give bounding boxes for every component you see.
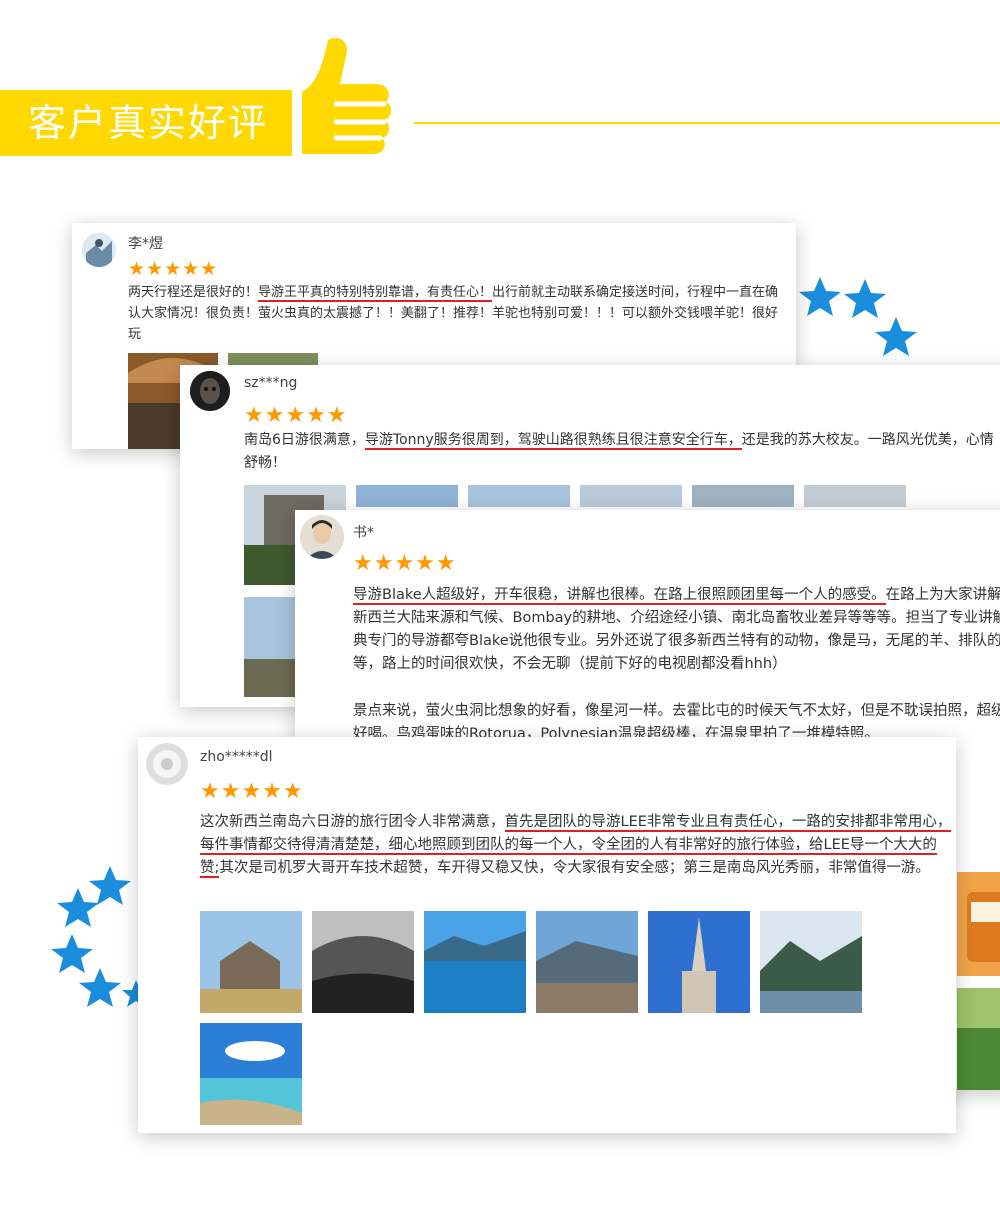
review-photo[interactable] — [648, 911, 750, 1013]
review-photo[interactable] — [200, 911, 302, 1013]
decorative-stars-top — [799, 277, 917, 356]
review-highlight: 导游Tonny服务很周到，驾驶山路很熟练且很注意安全行车， — [364, 432, 742, 450]
star-rating: ★★★★★ — [353, 551, 457, 576]
user-name: sz***ng — [244, 375, 298, 391]
review-photo[interactable] — [957, 872, 1000, 976]
review-photo[interactable] — [580, 485, 682, 507]
user-avatar — [82, 233, 116, 267]
review-photo[interactable] — [804, 485, 906, 507]
review-photo[interactable] — [312, 911, 414, 1013]
review-text: 南岛6日游很满意，导游Tonny服务很周到，驾驶山路很熟练且很注意安全行车，还是… — [244, 432, 994, 471]
review-card: zho*****dl ★★★★★ 这次新西兰南岛六日游的旅行团令人非常满意，首先… — [138, 737, 956, 1133]
star-rating: ★★★★★ — [128, 258, 219, 280]
thumbs-up-icon — [302, 37, 392, 154]
review-photo[interactable] — [356, 485, 458, 507]
review-photo[interactable] — [424, 911, 526, 1013]
header-divider-line — [414, 122, 1000, 124]
section-title: 客户真实好评 — [28, 101, 269, 145]
star-rating: ★★★★★ — [244, 403, 348, 428]
user-name: 书* — [353, 525, 374, 541]
review-photo[interactable] — [468, 485, 570, 507]
review-photo[interactable] — [957, 988, 1000, 1090]
review-photo[interactable] — [536, 911, 638, 1013]
review-photo[interactable] — [760, 911, 862, 1013]
star-rating: ★★★★★ — [200, 779, 304, 804]
review-photo[interactable] — [200, 1023, 302, 1125]
review-text: 导游Blake人超级好，开车很稳，讲解也很棒。在路上很照顾团里每一个人的感受。在… — [353, 587, 1000, 672]
review-text: 两天行程还是很好的！导游王平真的特别特别靠谱，有责任心！出行前就主动联系确定接送… — [128, 285, 779, 342]
user-avatar — [190, 371, 230, 411]
user-avatar — [300, 515, 344, 559]
review-text: 这次新西兰南岛六日游的旅行团令人非常满意，首先是团队的导游LEE非常专业且有责任… — [200, 814, 952, 878]
review-highlight: 导游王平真的特别特别靠谱，有责任心！ — [258, 285, 493, 302]
review-highlight: 导游Blake人超级好，开车很稳，讲解也很棒。在路上很照顾团里每一个人的感受。 — [353, 587, 886, 605]
user-name: zho*****dl — [200, 749, 273, 765]
review-photo[interactable] — [692, 485, 794, 507]
user-name: 李*煜 — [128, 236, 163, 252]
user-avatar — [146, 743, 188, 785]
